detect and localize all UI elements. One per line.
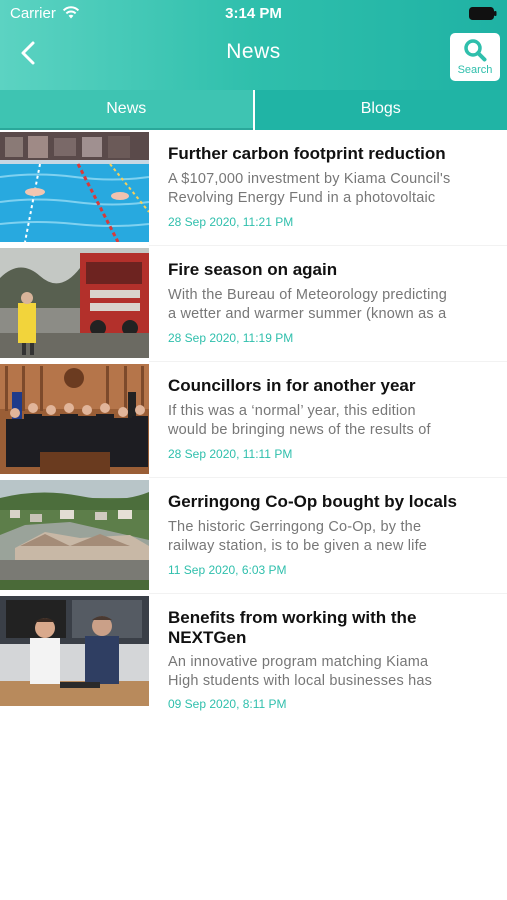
article-date: 11 Sep 2020, 6:03 PM (168, 563, 287, 577)
search-button[interactable]: Search (450, 33, 500, 81)
top-bar: Carrier 3:14 PM News Search (0, 0, 507, 90)
article-date: 28 Sep 2020, 11:11 PM (168, 447, 293, 461)
list-item[interactable]: Further carbon footprint reduction A $10… (0, 130, 507, 246)
article-date: 28 Sep 2020, 11:19 PM (168, 331, 294, 345)
article-summary-line-2: Revolving Energy Fund in a photovoltaic (168, 190, 436, 206)
article-date: 09 Sep 2020, 8:11 PM (168, 697, 287, 711)
article-summary-line-1: A $107,000 investment by Kiama Council's (168, 171, 451, 187)
list-item[interactable]: Benefits from working with the NEXTGen A… (0, 594, 507, 711)
article-date: 28 Sep 2020, 11:21 PM (168, 215, 294, 229)
article-thumbnail (0, 248, 149, 358)
article-summary-line-2: would be bringing news of the results of (168, 422, 431, 438)
list-item[interactable]: Fire season on again With the Bureau of … (0, 246, 507, 362)
article-title: Further carbon footprint reduction (168, 144, 446, 163)
article-thumbnail (0, 132, 149, 242)
article-summary-line-1: The historic Gerringong Co-Op, by the (168, 519, 422, 535)
search-label: Search (457, 64, 493, 76)
battery-icon (469, 7, 497, 20)
status-time: 3:14 PM (225, 5, 282, 22)
article-summary-line-2: a wetter and warmer summer (known as a (168, 306, 447, 322)
article-summary-line-2: High students with local businesses has (168, 673, 433, 689)
article-thumbnail (0, 596, 149, 706)
article-title: Fire season on again (168, 260, 338, 279)
article-title-line-1: Benefits from working with the (168, 608, 417, 627)
article-title: Councillors in for another year (168, 376, 416, 395)
tab-blogs[interactable]: Blogs (252, 90, 507, 130)
article-thumbnail (0, 480, 149, 590)
article-thumbnail (0, 364, 149, 474)
page-title: News (226, 40, 281, 63)
article-title-line-2: NEXTGen (168, 628, 247, 647)
article-summary-line-1: If this was a ‘normal’ year, this editio… (168, 403, 416, 419)
status-bar: Carrier 3:14 PM (0, 0, 507, 28)
article-summary-line-1: An innovative program matching Kiama (168, 654, 429, 670)
article-title: Gerringong Co-Op bought by locals (168, 492, 457, 511)
search-icon (464, 39, 487, 62)
article-summary-line-1: With the Bureau of Meteorology predictin… (168, 287, 448, 303)
list-item[interactable]: Councillors in for another year If this … (0, 362, 507, 478)
article-summary-line-2: railway station, is to be given a new li… (168, 538, 428, 554)
tab-bar: News Blogs (0, 90, 507, 130)
tab-news[interactable]: News (0, 90, 253, 130)
news-list: Further carbon footprint reduction A $10… (0, 130, 507, 711)
list-item[interactable]: Gerringong Co-Op bought by locals The hi… (0, 478, 507, 594)
